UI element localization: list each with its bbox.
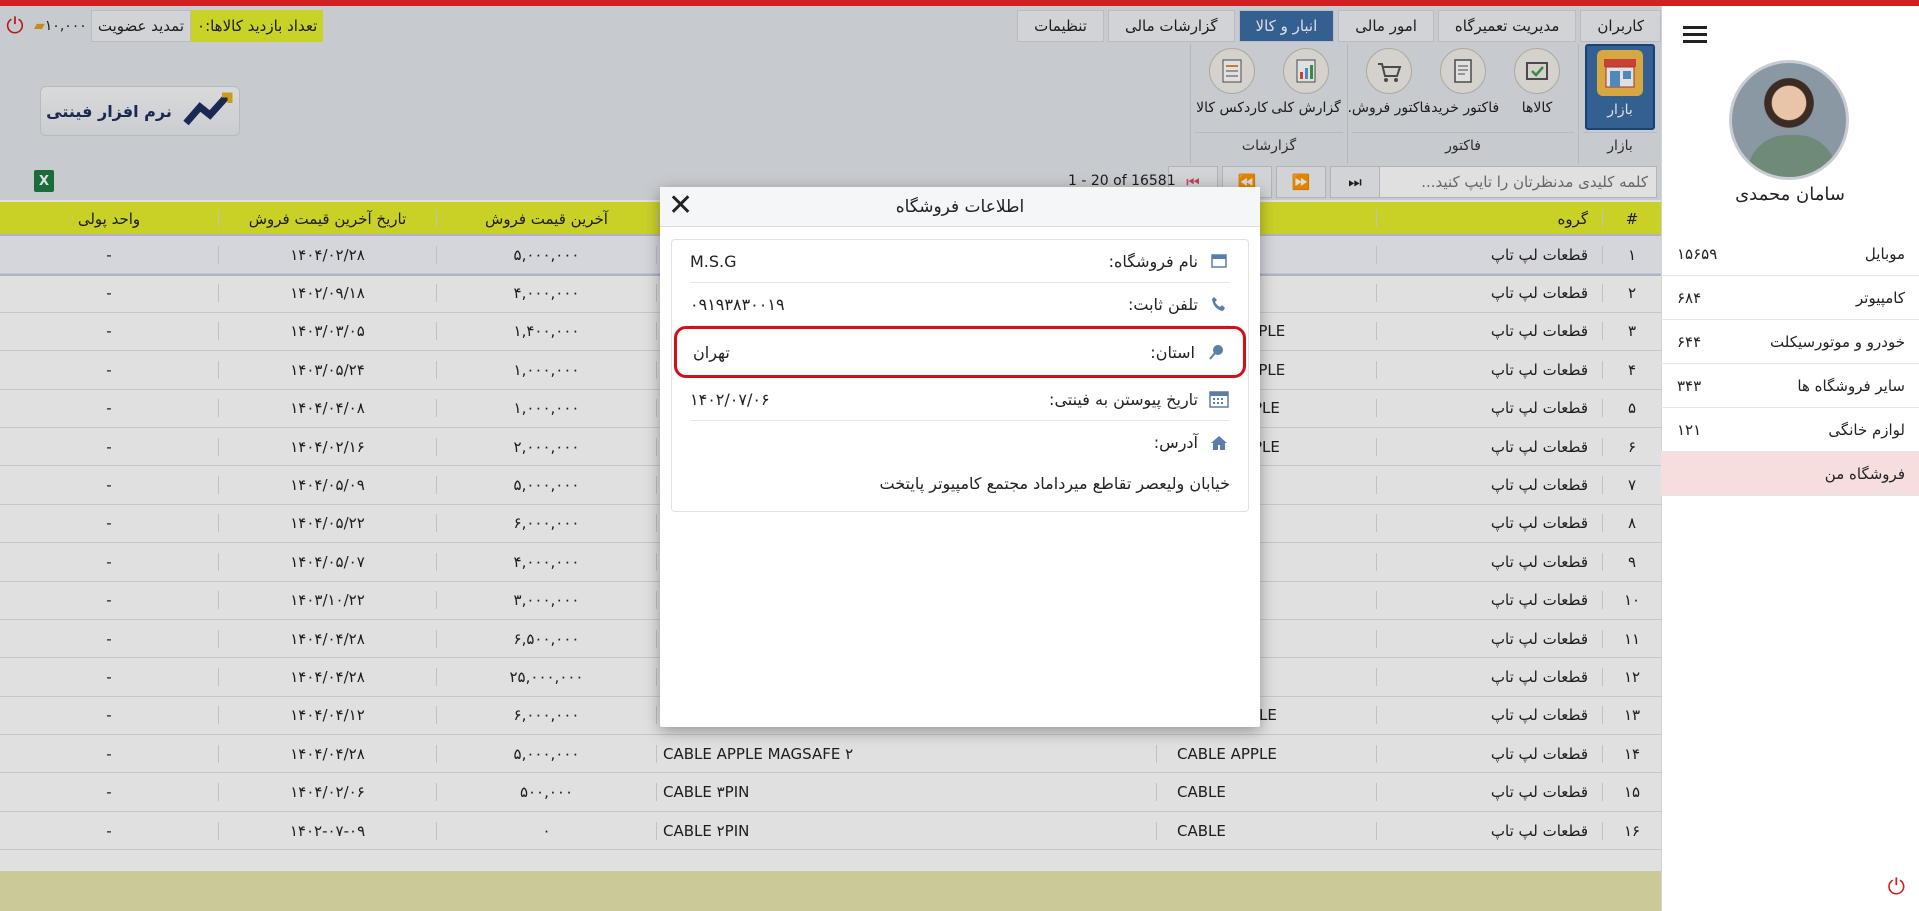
category-label: خودرو و موتورسیکلت [1770, 332, 1905, 351]
category-list: موبایل ۱۵۶۵۹ کامپیوتر ۶۸۴ خودرو و موتورسیک… [1661, 232, 1919, 496]
sidebar-power-icon[interactable]: ⏻ [1883, 877, 1905, 899]
category-other-stores[interactable]: سایر فروشگاه ها ۳۴۳ [1661, 364, 1919, 408]
store-info-card: نام فروشگاه: M.S.G تلفن ثابت: ۰۹۱۹۳۸۳۰۰۱… [671, 239, 1249, 512]
field-value: ۰۹۱۹۳۸۳۰۰۱۹ [690, 294, 785, 314]
category-computer[interactable]: کامپیوتر ۶۸۴ [1661, 276, 1919, 320]
category-count: ۳۴۳ [1677, 376, 1702, 395]
field-phone: تلفن ثابت: ۰۹۱۹۳۸۳۰۰۱۹ [690, 283, 1230, 326]
user-name: سامان محمدی [1735, 184, 1845, 205]
location-pin-icon [1205, 341, 1227, 363]
category-count: ۶۸۴ [1677, 288, 1702, 307]
field-address: آدرس: [690, 421, 1230, 464]
field-label: تاریخ پیوستن به فینتی: [1049, 389, 1198, 409]
category-count: ۱۲۱ [1677, 420, 1702, 439]
phone-icon [1208, 293, 1230, 315]
category-label: لوازم خانگی [1828, 420, 1905, 439]
field-label: آدرس: [1153, 433, 1198, 452]
avatar[interactable] [1729, 60, 1849, 180]
category-home-appliances[interactable]: لوازم خانگی ۱۲۱ [1661, 408, 1919, 452]
field-label: تلفن ثابت: [1128, 294, 1198, 314]
home-icon [1208, 432, 1230, 454]
close-icon[interactable]: ✕ [668, 191, 693, 221]
right-sidebar: سامان محمدی موبایل ۱۵۶۵۹ کامپیوتر ۶۸۴ خودر… [1661, 6, 1919, 911]
store-icon [1208, 250, 1230, 272]
field-label: استان: [1150, 342, 1195, 362]
category-label: موبایل [1864, 244, 1905, 263]
address-value: خیابان ولیعصر تقاطع میرداماد مجتمع کامپی… [879, 474, 1230, 493]
category-my-store[interactable]: فروشگاه من [1661, 452, 1919, 496]
category-count: ۶۴۴ [1677, 332, 1702, 351]
field-value: M.S.G [690, 251, 737, 271]
category-label: سایر فروشگاه ها [1797, 376, 1905, 395]
field-value: تهران [693, 342, 730, 362]
calendar-icon [1208, 388, 1230, 410]
category-count: ۱۵۶۵۹ [1677, 244, 1718, 263]
category-mobile[interactable]: موبایل ۱۵۶۵۹ [1661, 232, 1919, 276]
store-info-modal: اطلاعات فروشگاه ✕ نام فروشگاه: M.S.G تلف… [660, 187, 1260, 727]
field-join-date: تاریخ پیوستن به فینتی: ۱۴۰۲/۰۷/۰۶ [690, 378, 1230, 421]
field-value: ۱۴۰۲/۰۷/۰۶ [690, 389, 770, 409]
field-label: نام فروشگاه: [1108, 251, 1198, 271]
category-label: فروشگاه من [1824, 464, 1905, 483]
hamburger-menu-icon[interactable] [1683, 26, 1707, 46]
field-province: استان: تهران [674, 326, 1246, 378]
modal-title: اطلاعات فروشگاه [660, 187, 1260, 227]
category-label: کامپیوتر [1856, 288, 1905, 307]
field-store-name: نام فروشگاه: M.S.G [690, 240, 1230, 283]
category-vehicles[interactable]: خودرو و موتورسیکلت ۶۴۴ [1661, 320, 1919, 364]
